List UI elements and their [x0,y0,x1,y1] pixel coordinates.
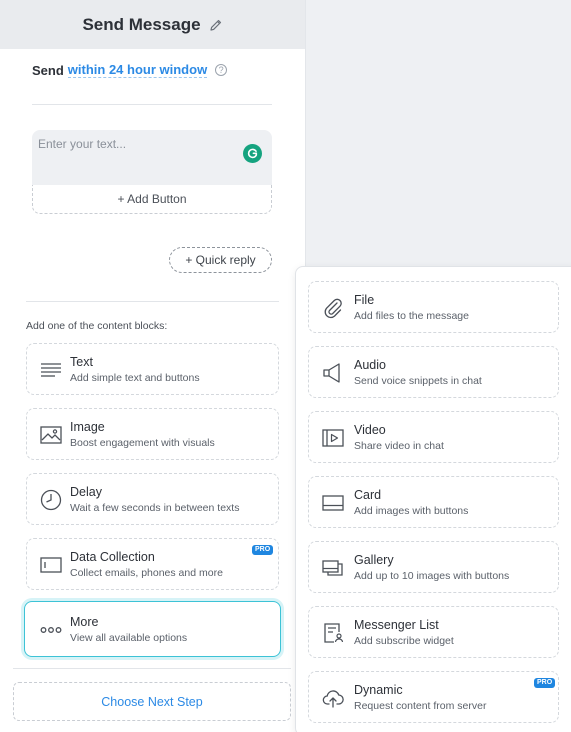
option-file[interactable]: File Add files to the message [308,281,559,333]
option-subtitle: Share video in chat [354,440,444,452]
block-title: Data Collection [70,550,155,564]
option-title: File [354,293,375,307]
pro-badge: PRO [534,678,556,688]
send-label: Send [32,62,64,78]
send-window-row: Send within 24 hour window ? [32,62,228,78]
option-card[interactable]: Card Add images with buttons [308,476,559,528]
clock-icon [40,489,62,511]
pencil-icon[interactable] [209,18,223,32]
choose-next-step-button[interactable]: Choose Next Step [13,682,291,721]
block-delay[interactable]: Delay Wait a few seconds in between text… [26,473,279,525]
option-messenger-list[interactable]: Messenger List Add subscribe widget [308,606,559,658]
option-title: Video [354,423,386,437]
option-title: Card [354,488,382,502]
card-icon [322,492,344,514]
content-blocks-label: Add one of the content blocks: [26,320,168,332]
option-video[interactable]: Video Share video in chat [308,411,559,463]
pro-badge: PRO [252,545,274,555]
divider [13,668,291,669]
divider [26,301,279,302]
option-title: Messenger List [354,618,439,632]
option-subtitle: Add images with buttons [354,505,469,517]
image-icon [40,424,62,446]
more-options-popup: File Add files to the message Audio Send… [295,266,571,732]
divider [32,104,272,105]
option-title: Gallery [354,553,394,567]
option-subtitle: Add up to 10 images with buttons [354,570,510,582]
grammarly-icon[interactable] [243,144,262,163]
video-icon [322,427,344,449]
block-more[interactable]: More View all available options [24,601,281,657]
option-subtitle: Request content from server [354,700,487,712]
text-lines-icon [40,359,62,381]
send-message-panel: Send Message Send within 24 hour window … [0,0,305,732]
option-subtitle: Add files to the message [354,310,469,322]
option-dynamic[interactable]: Dynamic Request content from server PRO [308,671,559,723]
gallery-icon [322,557,344,579]
option-subtitle: Send voice snippets in chat [354,375,482,387]
help-icon[interactable]: ? [215,64,228,76]
message-text-input[interactable]: Enter your text... [32,130,272,185]
block-subtitle: Wait a few seconds in between texts [70,502,240,514]
block-title: More [70,615,99,629]
quick-reply-button[interactable]: + Quick reply [169,247,272,273]
panel-title: Send Message [82,14,201,34]
cloud-upload-icon [322,687,344,709]
block-title: Text [70,355,93,369]
speaker-icon [322,362,344,384]
panel-header: Send Message [0,0,305,49]
option-gallery[interactable]: Gallery Add up to 10 images with buttons [308,541,559,593]
block-title: Delay [70,485,102,499]
option-audio[interactable]: Audio Send voice snippets in chat [308,346,559,398]
block-image[interactable]: Image Boost engagement with visuals [26,408,279,460]
option-title: Dynamic [354,683,403,697]
paperclip-icon [322,297,344,319]
option-subtitle: Add subscribe widget [354,635,454,647]
add-button-button[interactable]: + Add Button [32,185,272,214]
send-window-link[interactable]: within 24 hour window [67,62,208,78]
block-subtitle: Collect emails, phones and more [70,567,223,579]
block-subtitle: Boost engagement with visuals [70,437,215,449]
messenger-list-icon [322,622,344,644]
option-title: Audio [354,358,386,372]
block-subtitle: View all available options [70,632,188,644]
text-input-placeholder: Enter your text... [38,137,127,151]
input-field-icon [40,554,62,576]
block-title: Image [70,420,105,434]
block-text[interactable]: Text Add simple text and buttons [26,343,279,395]
block-subtitle: Add simple text and buttons [70,372,200,384]
block-data-collection[interactable]: Data Collection Collect emails, phones a… [26,538,279,590]
more-dots-icon [40,619,62,641]
